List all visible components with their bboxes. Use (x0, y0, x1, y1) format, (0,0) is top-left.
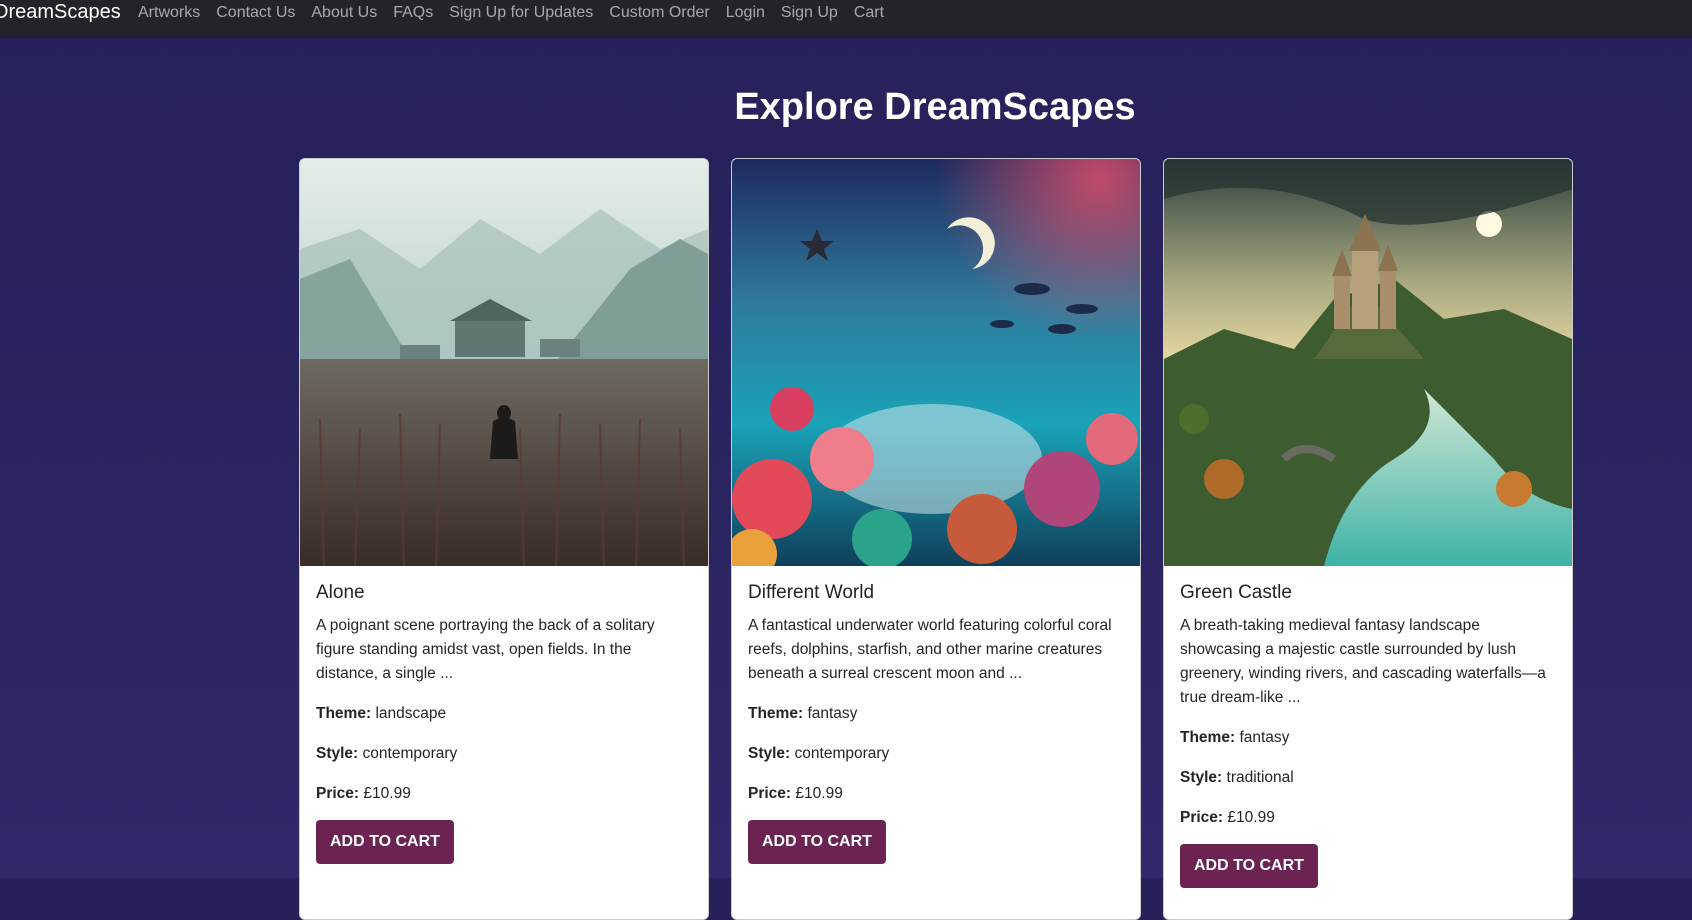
nav-link-custom-order[interactable]: Custom Order (609, 4, 709, 22)
add-to-cart-button[interactable]: ADD TO CART (748, 820, 886, 864)
nav-link-sign-up[interactable]: Sign Up (781, 4, 838, 22)
card-price: Price: £10.99 (748, 782, 1124, 806)
price-value: £10.99 (363, 785, 411, 802)
theme-label: Theme: (1180, 729, 1236, 746)
card-price: Price: £10.99 (1180, 806, 1556, 830)
card-title: Different World (748, 582, 875, 603)
style-value: contemporary (362, 745, 458, 762)
top-navbar: DreamScapes Artworks Contact Us About Us… (0, 0, 1692, 38)
card-body: Alone A poignant scene portraying the ba… (300, 566, 708, 864)
style-label: Style: (748, 745, 791, 762)
card-body: Different World A fantastical underwater… (732, 566, 1140, 864)
brand-logo[interactable]: DreamScapes (0, 0, 121, 38)
card-style: Style: contemporary (748, 742, 1124, 766)
price-label: Price: (1180, 809, 1224, 826)
theme-label: Theme: (748, 705, 804, 722)
theme-value: fantasy (1239, 729, 1290, 746)
card-description: A fantastical underwater world featuring… (748, 617, 1112, 682)
theme-value: landscape (375, 705, 447, 722)
card-theme: Theme: fantasy (748, 702, 1124, 726)
card-theme: Theme: fantasy (1180, 726, 1556, 750)
card-description: A poignant scene portraying the back of … (316, 617, 655, 682)
style-label: Style: (1180, 769, 1223, 786)
nav-links: Artworks Contact Us About Us FAQs Sign U… (138, 0, 900, 26)
card-style: Style: contemporary (316, 742, 692, 766)
style-value: traditional (1226, 769, 1294, 786)
add-to-cart-button[interactable]: ADD TO CART (1180, 844, 1318, 888)
price-value: £10.99 (1227, 809, 1275, 826)
artwork-card: Alone A poignant scene portraying the ba… (299, 158, 709, 920)
theme-label: Theme: (316, 705, 372, 722)
card-style: Style: traditional (1180, 766, 1556, 790)
card-price: Price: £10.99 (316, 782, 692, 806)
artwork-card: Different World A fantastical underwater… (731, 158, 1141, 920)
artwork-image-different-world[interactable] (732, 159, 1140, 566)
nav-link-contact-us[interactable]: Contact Us (216, 4, 295, 22)
price-value: £10.99 (795, 785, 843, 802)
nav-link-artworks[interactable]: Artworks (138, 4, 200, 22)
theme-value: fantasy (807, 705, 858, 722)
nav-link-sign-up-for-updates[interactable]: Sign Up for Updates (449, 4, 593, 22)
card-title: Green Castle (1180, 582, 1292, 603)
price-label: Price: (316, 785, 360, 802)
card-description: A breath-taking medieval fantasy landsca… (1180, 617, 1546, 706)
nav-link-about-us[interactable]: About Us (311, 4, 377, 22)
nav-link-login[interactable]: Login (726, 4, 765, 22)
nav-link-cart[interactable]: Cart (854, 4, 884, 22)
artwork-image-alone[interactable] (300, 159, 708, 566)
price-label: Price: (748, 785, 792, 802)
style-label: Style: (316, 745, 359, 762)
card-theme: Theme: landscape (316, 702, 692, 726)
artwork-card: Green Castle A breath-taking medieval fa… (1163, 158, 1573, 920)
add-to-cart-button[interactable]: ADD TO CART (316, 820, 454, 864)
nav-link-faqs[interactable]: FAQs (393, 4, 433, 22)
card-body: Green Castle A breath-taking medieval fa… (1164, 566, 1572, 888)
page-title: Explore DreamScapes (734, 86, 1136, 128)
card-title: Alone (316, 582, 365, 603)
style-value: contemporary (794, 745, 890, 762)
artwork-image-green-castle[interactable] (1164, 159, 1572, 566)
